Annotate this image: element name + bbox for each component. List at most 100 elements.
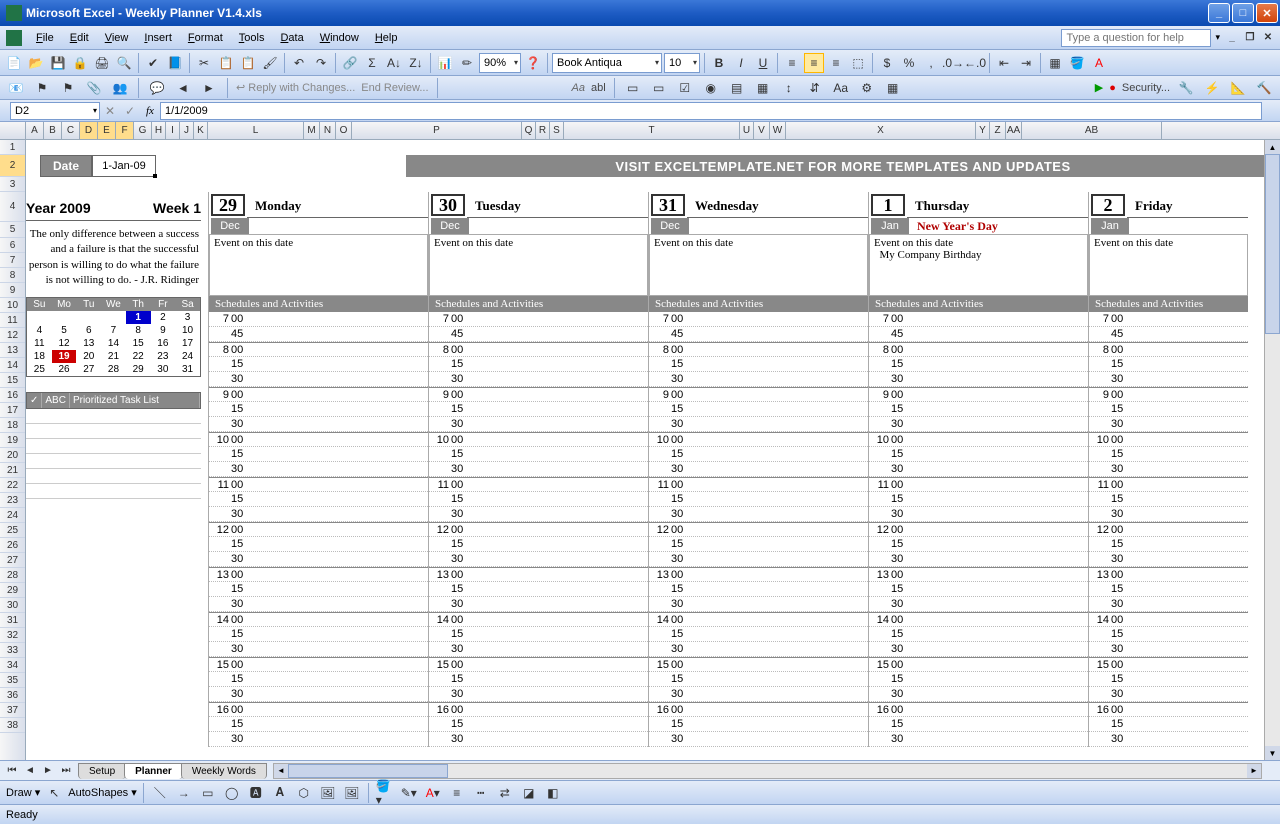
- flag-blue-icon[interactable]: ⚑: [32, 78, 52, 98]
- end-review-button[interactable]: End Review...: [361, 82, 428, 94]
- col-header-J[interactable]: J: [180, 122, 194, 139]
- button-icon[interactable]: ▭: [649, 78, 669, 98]
- row-header-28[interactable]: 28: [0, 568, 25, 583]
- listbox-icon[interactable]: ▤: [727, 78, 747, 98]
- col-header-F[interactable]: F: [116, 122, 134, 139]
- col-header-Y[interactable]: Y: [976, 122, 990, 139]
- comment-icon[interactable]: 💬: [147, 78, 167, 98]
- decrease-indent-icon[interactable]: ⇤: [994, 53, 1014, 73]
- col-header-V[interactable]: V: [754, 122, 770, 139]
- date-cell[interactable]: 1-Jan-09: [92, 155, 156, 177]
- row-header-31[interactable]: 31: [0, 613, 25, 628]
- col-header-B[interactable]: B: [44, 122, 62, 139]
- row-header-11[interactable]: 11: [0, 313, 25, 328]
- label-icon[interactable]: Aa: [831, 78, 851, 98]
- row-header-2[interactable]: 2: [0, 155, 25, 177]
- autosum-icon[interactable]: Σ: [362, 53, 382, 73]
- sort-asc-icon[interactable]: A↓: [384, 53, 404, 73]
- col-header-R[interactable]: R: [536, 122, 550, 139]
- sheet-tab-planner[interactable]: Planner: [124, 763, 183, 779]
- font-size-dropdown[interactable]: 10: [664, 53, 700, 73]
- tasklist-rows[interactable]: [26, 409, 201, 499]
- research-icon[interactable]: 📘: [165, 53, 185, 73]
- tab-first-icon[interactable]: ⏮: [4, 763, 20, 779]
- tab-prev-icon[interactable]: ◄: [22, 763, 38, 779]
- new-icon[interactable]: 📄: [4, 53, 24, 73]
- worksheet-grid[interactable]: 1234567891011121314151617181920212223242…: [0, 140, 1280, 760]
- row-header-14[interactable]: 14: [0, 358, 25, 373]
- col-header-Q[interactable]: Q: [522, 122, 536, 139]
- decrease-decimal-icon[interactable]: ←.0: [965, 53, 985, 73]
- zoom-dropdown[interactable]: 90%: [479, 53, 521, 73]
- schedule-grid[interactable]: 7004580015309001530100015301100153012001…: [649, 312, 868, 747]
- row-header-1[interactable]: 1: [0, 140, 25, 155]
- undo-icon[interactable]: ↶: [289, 53, 309, 73]
- row-header-33[interactable]: 33: [0, 643, 25, 658]
- currency-icon[interactable]: $: [877, 53, 897, 73]
- col-header-M[interactable]: M: [304, 122, 320, 139]
- security-button[interactable]: Security...: [1122, 82, 1170, 94]
- row-header-8[interactable]: 8: [0, 268, 25, 283]
- borders-icon[interactable]: ▦: [1045, 53, 1065, 73]
- align-center-icon[interactable]: ≡: [804, 53, 824, 73]
- help-search[interactable]: [1061, 29, 1211, 47]
- save-icon[interactable]: 💾: [48, 53, 68, 73]
- increase-decimal-icon[interactable]: .0→: [943, 53, 963, 73]
- schedule-grid[interactable]: 7004580015309001530100015301100153012001…: [429, 312, 648, 747]
- col-header-U[interactable]: U: [740, 122, 754, 139]
- format-painter-icon[interactable]: 🖌: [260, 53, 280, 73]
- schedule-grid[interactable]: 7004580015309001530100015301100153012001…: [869, 312, 1088, 747]
- row-header-29[interactable]: 29: [0, 583, 25, 598]
- group-box-icon[interactable]: ▭: [623, 78, 643, 98]
- col-header-AB[interactable]: AB: [1022, 122, 1162, 139]
- column-headers[interactable]: ABCDEFGHIJKLMNOPQRSTUVWXYZAAAB: [0, 122, 1280, 140]
- row-header-12[interactable]: 12: [0, 328, 25, 343]
- next-comment-icon[interactable]: ►: [199, 78, 219, 98]
- row-header-6[interactable]: 6: [0, 238, 25, 253]
- row-header-36[interactable]: 36: [0, 688, 25, 703]
- vertical-scrollbar[interactable]: ▲ ▼: [1264, 140, 1280, 760]
- design-mode-icon[interactable]: 📐: [1228, 78, 1248, 98]
- controls-icon[interactable]: 🔨: [1254, 78, 1274, 98]
- hyperlink-icon[interactable]: 🔗: [340, 53, 360, 73]
- edit-code-icon[interactable]: ⚙: [857, 78, 877, 98]
- enter-formula-icon[interactable]: ✓: [120, 101, 140, 121]
- doc-restore-button[interactable]: ❐: [1242, 31, 1258, 45]
- fx-icon[interactable]: fx: [146, 105, 154, 117]
- redo-icon[interactable]: ↷: [311, 53, 331, 73]
- row-header-9[interactable]: 9: [0, 283, 25, 298]
- row-header-15[interactable]: 15: [0, 373, 25, 388]
- row-header-4[interactable]: 4: [0, 192, 25, 222]
- name-box[interactable]: D2: [10, 102, 100, 120]
- col-header-L[interactable]: L: [208, 122, 304, 139]
- row-header-21[interactable]: 21: [0, 463, 25, 478]
- autoshapes-menu[interactable]: AutoShapes ▾: [68, 786, 137, 799]
- draw-menu[interactable]: Draw ▾: [6, 786, 40, 799]
- font-color-icon[interactable]: A: [1089, 53, 1109, 73]
- prev-comment-icon[interactable]: ◄: [173, 78, 193, 98]
- sheet-tab-setup[interactable]: Setup: [78, 763, 126, 779]
- col-header-Z[interactable]: Z: [990, 122, 1006, 139]
- row-header-35[interactable]: 35: [0, 673, 25, 688]
- open-icon[interactable]: 📂: [26, 53, 46, 73]
- sheet-tab-weekly-words[interactable]: Weekly Words: [181, 763, 267, 779]
- row-header-24[interactable]: 24: [0, 508, 25, 523]
- doc-close-button[interactable]: ✕: [1260, 31, 1276, 45]
- row-header-17[interactable]: 17: [0, 403, 25, 418]
- close-button[interactable]: ✕: [1256, 3, 1278, 23]
- col-header-G[interactable]: G: [134, 122, 152, 139]
- col-header-E[interactable]: E: [98, 122, 116, 139]
- align-left-icon[interactable]: ≡: [782, 53, 802, 73]
- tab-last-icon[interactable]: ⏭: [58, 763, 74, 779]
- bold-icon[interactable]: B: [709, 53, 729, 73]
- menu-help[interactable]: Help: [367, 30, 406, 46]
- minimize-button[interactable]: _: [1208, 3, 1230, 23]
- row-header-3[interactable]: 3: [0, 177, 25, 192]
- print-preview-icon[interactable]: 🔍: [114, 53, 134, 73]
- row-header-23[interactable]: 23: [0, 493, 25, 508]
- menu-file[interactable]: File: [28, 30, 62, 46]
- scroll-up-icon[interactable]: ▲: [1265, 140, 1280, 154]
- attach-icon[interactable]: 📎: [84, 78, 104, 98]
- macro-security-icon[interactable]: 🔧: [1176, 78, 1196, 98]
- underline-icon[interactable]: U: [753, 53, 773, 73]
